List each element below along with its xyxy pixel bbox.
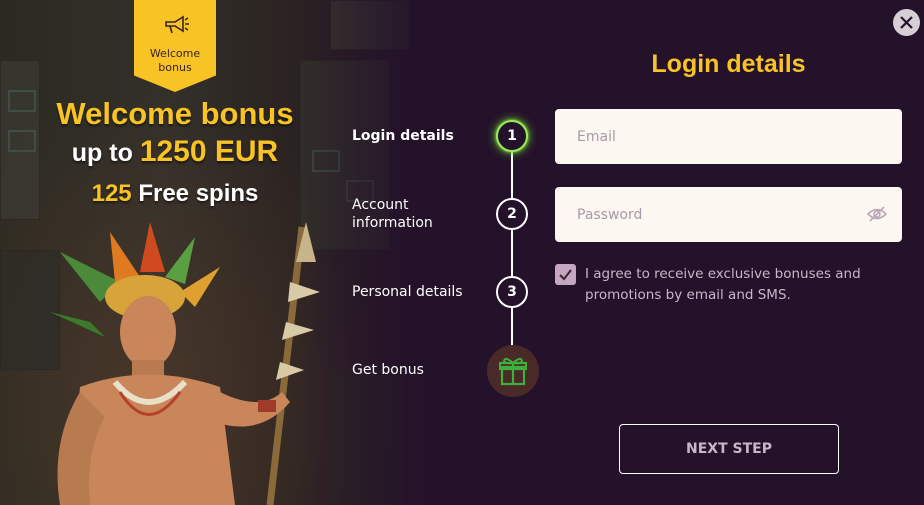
warrior-illustration bbox=[50, 222, 320, 505]
step-label-login-details: Login details bbox=[352, 128, 454, 144]
eye-off-icon[interactable] bbox=[867, 206, 887, 222]
amount-value: 1250 EUR bbox=[139, 135, 279, 168]
spins-count: 125 bbox=[91, 180, 132, 207]
spins-text: Free spins bbox=[138, 180, 259, 207]
step-3-indicator: 3 bbox=[496, 276, 528, 308]
close-icon bbox=[900, 16, 913, 29]
consent-text: I agree to receive exclusive bonuses and… bbox=[585, 266, 861, 303]
stepper-line bbox=[511, 152, 513, 357]
amount-prefix: up to bbox=[71, 139, 133, 167]
step-2-indicator: 2 bbox=[496, 198, 528, 230]
step-label-get-bonus: Get bonus bbox=[352, 362, 424, 378]
checkmark-icon bbox=[559, 269, 572, 281]
password-field[interactable] bbox=[555, 187, 902, 242]
step-label-personal-details: Personal details bbox=[352, 284, 463, 300]
megaphone-icon bbox=[165, 15, 189, 34]
promo-title: Welcome bonus bbox=[56, 96, 294, 131]
promo-spins: 125 Free spins bbox=[30, 180, 320, 208]
form-title: Login details bbox=[651, 50, 806, 78]
ribbon-label: Welcome bonus bbox=[149, 47, 201, 74]
consent-checkbox[interactable] bbox=[555, 264, 576, 285]
gift-icon bbox=[499, 357, 527, 386]
promo-panel: Welcome bonus Welcome bonus up to 1250 E… bbox=[0, 0, 470, 505]
step-4-indicator bbox=[487, 345, 539, 397]
promo-amount: up to 1250 EUR bbox=[30, 135, 320, 169]
step-label-account-information: Account information bbox=[352, 197, 433, 231]
welcome-bonus-ribbon: Welcome bonus bbox=[134, 0, 216, 92]
email-field[interactable] bbox=[555, 109, 902, 164]
step-1-indicator: 1 bbox=[496, 120, 528, 152]
close-button[interactable] bbox=[893, 9, 920, 36]
next-step-button[interactable]: NEXT STEP bbox=[619, 424, 839, 474]
